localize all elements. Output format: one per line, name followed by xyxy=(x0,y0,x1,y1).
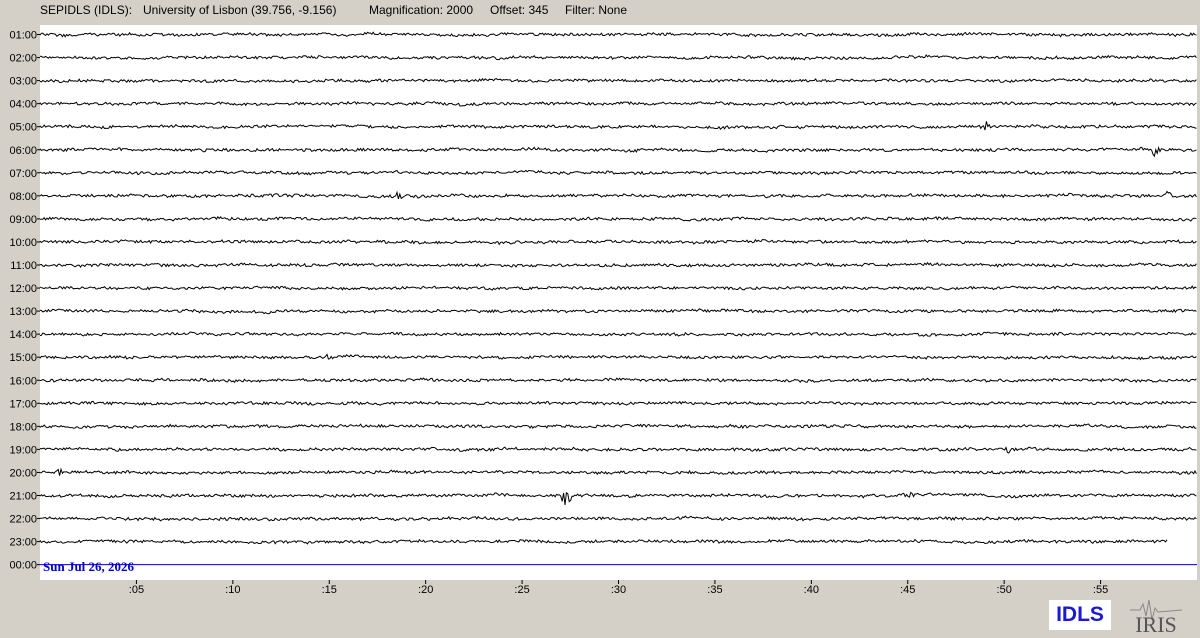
row-label: 14:00 xyxy=(9,329,37,341)
row-label: 07:00 xyxy=(9,168,37,180)
row-label: 12:00 xyxy=(9,283,37,295)
row-label: 21:00 xyxy=(9,491,37,503)
row-label: 19:00 xyxy=(9,444,37,456)
row-label: 09:00 xyxy=(9,214,37,226)
x-tick-label: :25 xyxy=(514,584,529,596)
x-tick-label: :20 xyxy=(418,584,433,596)
x-tick-label: :50 xyxy=(997,584,1012,596)
row-label: 02:00 xyxy=(9,53,37,65)
row-label: 23:00 xyxy=(9,537,37,549)
x-tick-label: :40 xyxy=(804,584,819,596)
helicorder-chart: 01:00 02:00 03:00 04:00 05:00 06:00 07:00 08:00… xyxy=(9,25,1197,596)
row-label: 03:00 xyxy=(9,76,37,88)
row-label: 06:00 xyxy=(9,145,37,157)
row-label: 16:00 xyxy=(9,375,37,387)
x-tick-label: :30 xyxy=(611,584,626,596)
row-label: 15:00 xyxy=(9,352,37,364)
row-label: 11:00 xyxy=(10,260,37,272)
row-label: 20:00 xyxy=(9,467,37,479)
row-label: 00:00 xyxy=(9,560,37,572)
x-tick-label: :05 xyxy=(129,584,144,596)
x-tick-label: :45 xyxy=(900,584,915,596)
row-label: 13:00 xyxy=(9,306,37,318)
row-label: 18:00 xyxy=(9,421,37,433)
iris-logo-text: IRIS xyxy=(1135,612,1177,634)
iris-logo: IRIS xyxy=(1130,599,1182,634)
row-label: 17:00 xyxy=(9,398,37,410)
row-label: 22:00 xyxy=(9,514,37,526)
x-tick-labels: :05 :10 :15 :20 :25 :30 :35 :40 :45 :50 :55 xyxy=(129,580,1108,596)
idls-logo: IDLS xyxy=(1049,600,1111,630)
row-label: 05:00 xyxy=(9,122,37,134)
row-label: 08:00 xyxy=(9,191,37,203)
x-tick-label: :15 xyxy=(322,584,337,596)
row-label: 04:00 xyxy=(9,99,37,111)
row-labels: 01:00 02:00 03:00 04:00 05:00 06:00 07:00 08:00… xyxy=(9,30,40,572)
row-label: 01:00 xyxy=(9,30,37,42)
x-tick-label: :35 xyxy=(707,584,722,596)
row-label: 10:00 xyxy=(9,237,37,249)
x-tick-label: :10 xyxy=(225,584,240,596)
x-tick-label: :55 xyxy=(1093,584,1108,596)
date-label: Sun Jul 26, 2026 xyxy=(43,559,135,574)
